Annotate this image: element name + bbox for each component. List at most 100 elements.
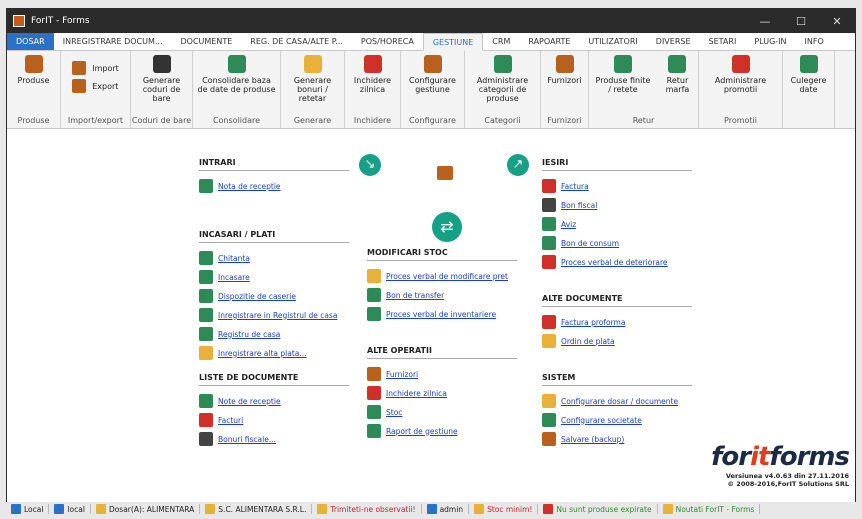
culegere-date-button[interactable]: Culegere date: [783, 55, 834, 94]
expired-icon: [543, 504, 554, 514]
link-configurare-societate[interactable]: Configurare societate: [542, 412, 692, 428]
server-icon: [54, 504, 65, 514]
tab-utilizatori[interactable]: UTILIZATORI: [579, 33, 646, 50]
link-inregistrare-in-registrul-de-casa[interactable]: Inregistrare in Registrul de casa: [199, 307, 349, 323]
link-factura-proforma[interactable]: Factura proforma: [542, 314, 692, 330]
swap-arrows-icon: ⇄: [432, 212, 462, 242]
tab-crm[interactable]: CRM: [483, 33, 519, 50]
link-proces-verbal-de-modificare-pret[interactable]: Proces verbal de modificare pret: [367, 268, 517, 284]
link-nota-de-receptie[interactable]: Nota de receptie: [199, 178, 349, 194]
folder-config-icon: [542, 394, 556, 408]
tab-gestiune[interactable]: GESTIUNE: [422, 33, 484, 51]
status-stoc-minim[interactable]: Stoc minim!: [469, 504, 539, 514]
link-aviz[interactable]: Aviz: [542, 216, 692, 232]
link-label: Furnizori: [386, 369, 419, 379]
section-alte-documente: ALTE DOCUMENTE Factura proforma Ordin de p…: [542, 294, 692, 352]
tab-documente[interactable]: DOCUMENTE: [172, 33, 242, 50]
section-title: INCASARI / PLATI: [199, 230, 349, 243]
promo-icon: [731, 55, 750, 73]
ribbon-group-commands: Administrare categorii de produse: [465, 51, 540, 114]
maximize-button[interactable]: ☐: [783, 15, 819, 28]
tab-setari[interactable]: SETARI: [700, 33, 746, 50]
import-button[interactable]: Import: [72, 59, 119, 77]
button-label: Administrare categorii de produse: [476, 76, 529, 103]
button-label: Export: [92, 81, 119, 91]
link-registru-de-casa[interactable]: Registru de casa: [199, 326, 349, 342]
generare-coduri-de-bare-button[interactable]: Generare coduri de bare: [131, 55, 192, 103]
generare-bonuri-retetar-button[interactable]: Generare bonuri / retetar: [281, 55, 344, 103]
close-button[interactable]: ✕: [819, 15, 855, 28]
status-label: Dosar(A): ALIMENTARA: [108, 504, 195, 514]
ribbon-group-commands: Import Export: [61, 51, 130, 114]
link-label: Configurare societate: [561, 415, 642, 425]
section-intrari: INTRARI Nota de receptie: [199, 158, 349, 197]
status-s-c-alimentara-s-r-l[interactable]: S.C. ALIMENTARA S.R.L.: [200, 504, 313, 514]
tab-rapoarte[interactable]: RAPOARTE: [519, 33, 579, 50]
link-bon-de-transfer[interactable]: Bon de transfer: [367, 287, 517, 303]
furnizori-button[interactable]: Furnizori: [543, 55, 585, 85]
retur-marfa-button[interactable]: Retur marfa: [657, 55, 698, 94]
link-inchidere-zilnica[interactable]: Inchidere zilnica: [367, 385, 517, 401]
version-text: Versiunea v4.0.63 din 27.11.2016: [725, 472, 849, 480]
link-raport-de-gestiune[interactable]: Raport de gestiune: [367, 423, 517, 439]
produse-button[interactable]: Produse: [14, 55, 54, 85]
ribbon-group-commands: Consolidare baza de date de produse: [193, 51, 280, 114]
tab-reg-de-casa-alte-p[interactable]: REG. DE CASA/ALTE P...: [241, 33, 352, 50]
administrare-promotii-button[interactable]: Administrare promotii: [699, 55, 782, 94]
link-incasare[interactable]: Incasare: [199, 269, 349, 285]
link-bon-de-consum[interactable]: Bon de consum: [542, 235, 692, 251]
foritforms-logo: foritforms Versiunea v4.0.63 din 27.11.2…: [711, 442, 850, 488]
import-icon: [72, 61, 87, 75]
configurare-gestiune-button[interactable]: Configurare gestiune: [401, 55, 464, 94]
link-note-de-receptie[interactable]: Note de receptie: [199, 393, 349, 409]
link-label: Bon de consum: [561, 238, 620, 248]
consolidare-baza-de-date-de-produse-button[interactable]: Consolidare baza de date de produse: [193, 55, 280, 94]
status-dosar-a-alimentara[interactable]: Dosar(A): ALIMENTARA: [91, 504, 201, 514]
link-salvare-backup[interactable]: Salvare (backup): [542, 431, 692, 447]
tab-dosar[interactable]: DOSAR: [7, 33, 54, 50]
status-local[interactable]: Local: [6, 504, 50, 514]
link-furnizori[interactable]: Furnizori: [367, 366, 517, 382]
link-factura[interactable]: Factura: [542, 178, 692, 194]
window-controls: — ☐ ✕: [747, 15, 855, 28]
link-proces-verbal-de-deteriorare[interactable]: Proces verbal de deteriorare: [542, 254, 692, 270]
minimize-button[interactable]: —: [747, 15, 783, 28]
status-noutati-forit-forms[interactable]: Noutati ForIT - Forms: [658, 504, 761, 514]
link-facturi[interactable]: Facturi: [199, 412, 349, 428]
link-label: Factura proforma: [561, 317, 626, 327]
tab-info[interactable]: INFO: [796, 33, 833, 50]
link-stoc[interactable]: Stoc: [367, 404, 517, 420]
link-ordin-de-plata[interactable]: Ordin de plata: [542, 333, 692, 349]
status-local[interactable]: local: [49, 504, 91, 514]
news-icon: [662, 504, 673, 514]
produse-finite-retete-button[interactable]: Produse finite / retete: [589, 55, 657, 94]
link-configurare-dosar-documente[interactable]: Configurare dosar / documente: [542, 393, 692, 409]
link-label: Bon de transfer: [386, 290, 445, 300]
link-inregistrare-alta-plata[interactable]: Inregistrare alta plata...: [199, 345, 349, 361]
tab-inregistrare-docum[interactable]: INREGISTRARE DOCUM...: [54, 33, 172, 50]
status-nu-sunt-produse-expirate[interactable]: Nu sunt produse expirate: [538, 504, 658, 514]
tab-pos-horeca[interactable]: POS/HORECA: [352, 33, 423, 50]
link-bon-fiscal[interactable]: Bon fiscal: [542, 197, 692, 213]
dollar-icon: [199, 308, 213, 322]
button-label: Produse finite / retete: [595, 76, 651, 94]
ribbon-group-label: Import/export: [67, 116, 124, 125]
ribbon-group-commands: Administrare promotii: [699, 51, 782, 114]
ribbon-group-commands: Generare coduri de bare: [131, 51, 192, 114]
link-proces-verbal-de-inventariere[interactable]: Proces verbal de inventariere: [367, 306, 517, 322]
administrare-categorii-de-produse-button[interactable]: Administrare categorii de produse: [465, 55, 540, 103]
tab-plug-in[interactable]: PLUG-IN: [745, 33, 795, 50]
ribbon-group-label: Configurare: [409, 116, 456, 125]
tab-diverse[interactable]: DIVERSE: [647, 33, 700, 50]
inchidere-zilnica-button[interactable]: Inchidere zilnica: [345, 55, 400, 94]
link-bonuri-fiscale[interactable]: Bonuri fiscale...: [199, 431, 349, 447]
status-trimiteti-ne-observatii[interactable]: Trimiteti-ne observatii!: [312, 504, 422, 514]
export-button[interactable]: Export: [72, 77, 119, 95]
link-chitanta[interactable]: Chitanta: [199, 250, 349, 266]
button-label: Configurare gestiune: [409, 76, 456, 94]
ribbon-group-label: Retur: [632, 116, 655, 125]
link-dispozitie-de-caserie[interactable]: Dispozitie de caserie: [199, 288, 349, 304]
box-icon: [24, 55, 43, 73]
link-label: Proces verbal de inventariere: [386, 309, 497, 319]
status-admin[interactable]: admin: [422, 504, 470, 514]
